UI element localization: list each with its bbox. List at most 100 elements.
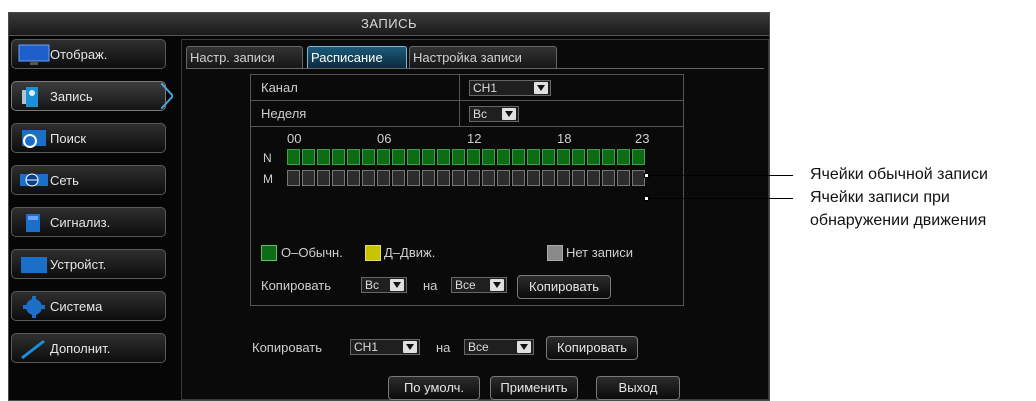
normal-record-cell[interactable] — [362, 149, 375, 165]
tab-divider — [186, 68, 764, 69]
normal-record-cell[interactable] — [482, 149, 495, 165]
sidebar-item-label: Поиск — [50, 131, 87, 146]
sidebar-item-alarm[interactable]: Сигнализ. — [11, 207, 166, 237]
copy-day-button[interactable]: Копировать — [517, 275, 611, 299]
callout-line-motion — [649, 198, 793, 199]
normal-record-cell[interactable] — [302, 149, 315, 165]
sidebar-item-search[interactable]: Поиск — [11, 123, 166, 153]
search-icon — [22, 130, 46, 148]
copy-channel-from-select[interactable]: CH1 — [350, 339, 420, 355]
normal-record-cell[interactable] — [452, 149, 465, 165]
sidebar-item-network[interactable]: Сеть — [11, 165, 166, 195]
copy-channel-to-value: Все — [468, 340, 489, 354]
channel-label: Канал — [261, 80, 298, 95]
motion-record-cell[interactable] — [617, 170, 630, 186]
normal-record-cell[interactable] — [377, 149, 390, 165]
motion-record-cell[interactable] — [512, 170, 525, 186]
callout-normal-cells: Ячейки обычной записи — [810, 166, 988, 183]
motion-record-cell[interactable] — [527, 170, 540, 186]
motion-record-cell[interactable] — [392, 170, 405, 186]
normal-record-cell[interactable] — [512, 149, 525, 165]
motion-record-cell[interactable] — [497, 170, 510, 186]
legend-none-label: Нет записи — [566, 245, 634, 260]
legend-motion-label: Д–Движ. — [384, 245, 436, 260]
motion-record-cell[interactable] — [407, 170, 420, 186]
legend-none-swatch — [547, 245, 563, 261]
motion-record-cell[interactable] — [362, 170, 375, 186]
copy-channel-to-label: на — [436, 340, 451, 355]
sidebar-item-label: Дополнит. — [50, 341, 111, 356]
sidebar-item-system[interactable]: Система — [11, 291, 166, 321]
motion-record-cell[interactable] — [317, 170, 330, 186]
motion-record-cell[interactable] — [572, 170, 585, 186]
channel-value: CH1 — [473, 81, 498, 95]
channel-select[interactable]: CH1 — [469, 80, 551, 96]
exit-button[interactable]: Выход — [596, 376, 680, 400]
normal-record-cell[interactable] — [557, 149, 570, 165]
motion-record-cell[interactable] — [467, 170, 480, 186]
week-row: Неделя Вс — [251, 101, 683, 127]
motion-record-cell[interactable] — [287, 170, 300, 186]
monitor-icon — [18, 44, 50, 65]
active-arrow-icon — [161, 83, 173, 109]
motion-record-cell[interactable] — [377, 170, 390, 186]
sidebar-item-label: Сеть — [50, 173, 79, 188]
motion-record-cell[interactable] — [452, 170, 465, 186]
copy-channel-from-value: CH1 — [354, 340, 379, 354]
copy-day-label: Копировать — [261, 278, 331, 293]
tab-record-config[interactable]: Настройка записи — [409, 46, 557, 68]
normal-record-cell[interactable] — [587, 149, 600, 165]
copy-day-from-select[interactable]: Вс — [361, 277, 407, 293]
week-label: Неделя — [261, 106, 307, 121]
sidebar-item-device[interactable]: Устройст. — [11, 249, 166, 279]
week-select[interactable]: Вс — [469, 106, 519, 122]
normal-record-cell[interactable] — [407, 149, 420, 165]
hour-mark: 18 — [557, 131, 572, 146]
sidebar-item-record[interactable]: Запись — [11, 81, 173, 111]
normal-record-cell[interactable] — [632, 149, 645, 165]
normal-record-cell[interactable] — [617, 149, 630, 165]
normal-record-cell[interactable] — [497, 149, 510, 165]
copy-channel-to-select[interactable]: Все — [464, 339, 534, 355]
motion-record-cell[interactable] — [437, 170, 450, 186]
apply-button[interactable]: Применить — [490, 376, 578, 400]
normal-record-cell[interactable] — [287, 149, 300, 165]
normal-record-cell[interactable] — [317, 149, 330, 165]
tab-schedule[interactable]: Расписание — [307, 46, 407, 68]
gear-icon — [23, 296, 45, 318]
normal-record-cell[interactable] — [437, 149, 450, 165]
motion-record-cell[interactable] — [422, 170, 435, 186]
normal-record-cell[interactable] — [527, 149, 540, 165]
chevron-down-icon — [502, 108, 516, 120]
hour-mark: 23 — [635, 131, 650, 146]
normal-record-cell[interactable] — [572, 149, 585, 165]
normal-record-cell[interactable] — [602, 149, 615, 165]
camera-icon — [22, 87, 38, 107]
copy-day-to-select[interactable]: Все — [451, 277, 507, 293]
normal-record-cell[interactable] — [392, 149, 405, 165]
motion-record-cell[interactable] — [302, 170, 315, 186]
motion-record-cells — [287, 170, 647, 188]
motion-record-cell[interactable] — [602, 170, 615, 186]
normal-record-cell[interactable] — [347, 149, 360, 165]
sidebar-item-display[interactable]: Отображ. — [11, 39, 166, 69]
copy-channel-button[interactable]: Копировать — [546, 336, 638, 360]
tab-record-settings[interactable]: Настр. записи — [186, 46, 303, 68]
normal-record-cell[interactable] — [467, 149, 480, 165]
motion-record-cell[interactable] — [542, 170, 555, 186]
device-icon — [21, 257, 47, 273]
motion-record-cell[interactable] — [482, 170, 495, 186]
callout-motion-cells-line2: обнаружении движения — [810, 212, 987, 229]
normal-record-cell[interactable] — [422, 149, 435, 165]
normal-record-cell[interactable] — [542, 149, 555, 165]
motion-record-cell[interactable] — [557, 170, 570, 186]
motion-record-cell[interactable] — [332, 170, 345, 186]
normal-record-cell[interactable] — [332, 149, 345, 165]
motion-record-cell[interactable] — [347, 170, 360, 186]
default-button[interactable]: По умолч. — [388, 376, 480, 400]
hour-mark: 00 — [287, 131, 302, 146]
legend-normal-swatch — [261, 245, 277, 261]
motion-row-label: M — [263, 172, 273, 186]
sidebar-item-advanced[interactable]: Дополнит. — [11, 333, 166, 363]
motion-record-cell[interactable] — [587, 170, 600, 186]
